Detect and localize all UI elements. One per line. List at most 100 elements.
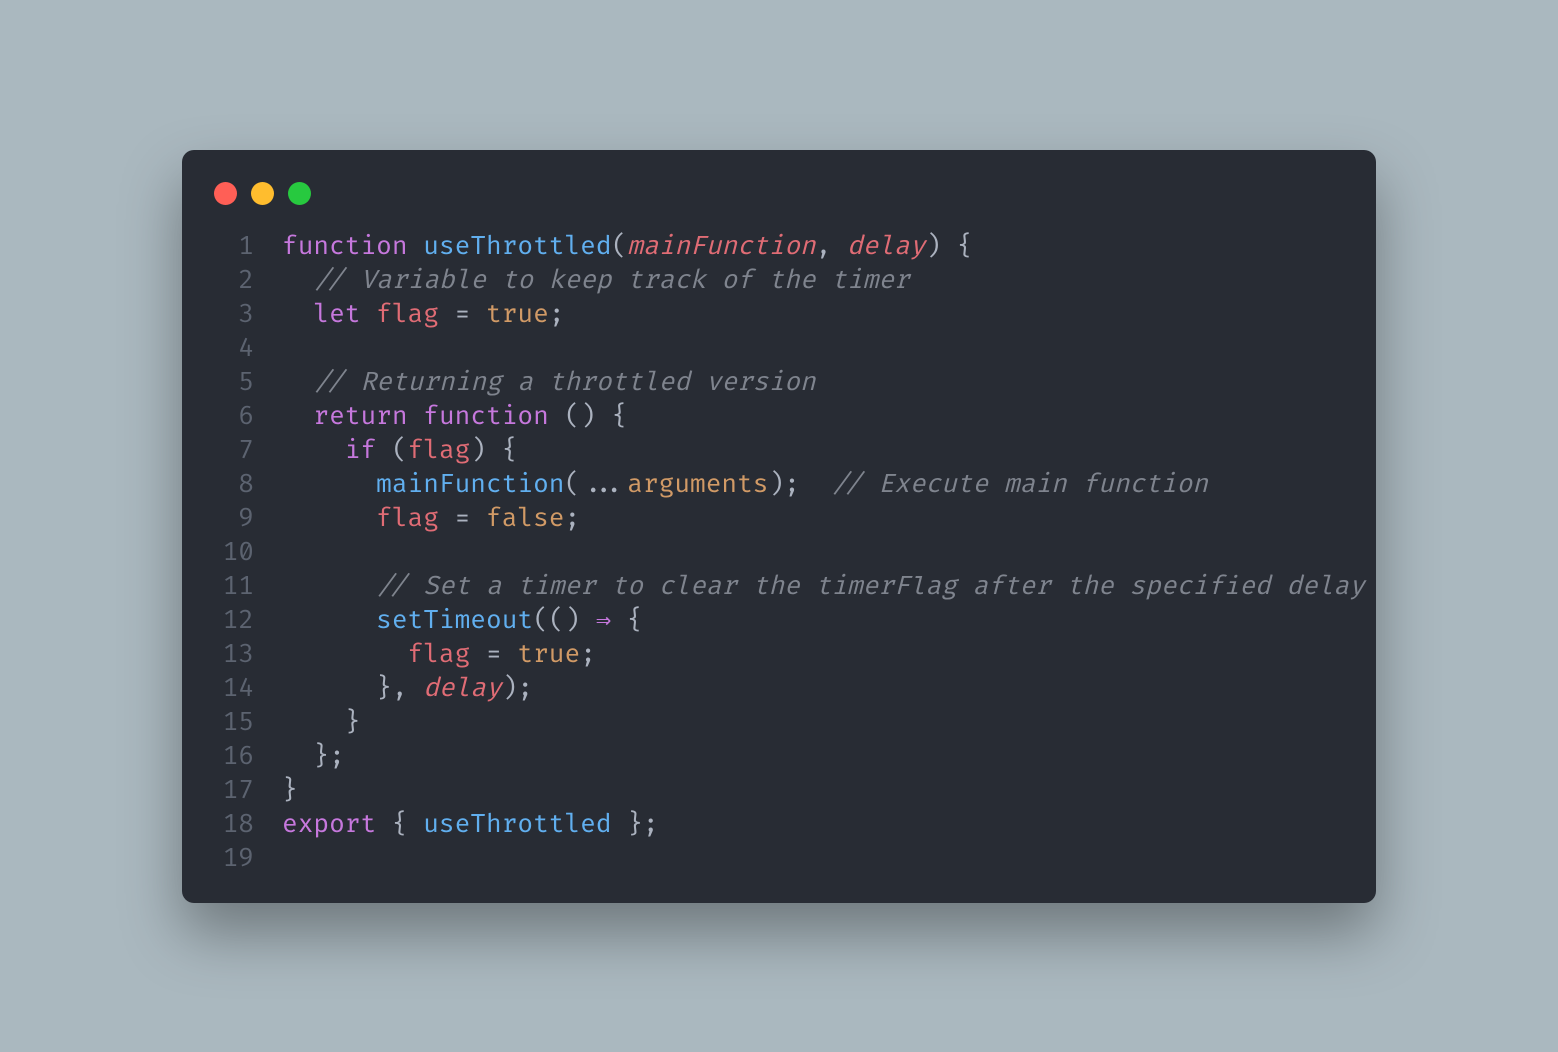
line-content: }; (282, 739, 1344, 773)
token: = (439, 502, 486, 534)
line-content: flag = false; (282, 501, 1344, 535)
token: // Set a timer to clear the timerFlag af… (376, 570, 1365, 602)
line-number: 9 (214, 501, 254, 535)
line-number: 2 (214, 263, 254, 297)
code-line: 2 // Variable to keep track of the timer (214, 263, 1344, 297)
line-number: 19 (214, 841, 254, 875)
token: ); (768, 468, 831, 500)
token (282, 502, 376, 534)
token: delay (423, 672, 501, 704)
code-line: 6 return function () { (214, 399, 1344, 433)
token: useThrottled (423, 230, 611, 262)
maximize-icon[interactable] (288, 182, 311, 205)
token: // Variable to keep track of the timer (313, 264, 909, 296)
token: (... (564, 468, 627, 500)
token: }; (282, 740, 345, 772)
line-number: 10 (214, 535, 254, 569)
line-number: 8 (214, 467, 254, 501)
token (282, 434, 345, 466)
code-line: 9 flag = false; (214, 501, 1344, 535)
token (360, 298, 376, 330)
token: }; (612, 808, 659, 840)
line-number: 3 (214, 297, 254, 331)
line-number: 11 (214, 569, 254, 603)
line-number: 5 (214, 365, 254, 399)
code-window: 1function useThrottled(mainFunction, del… (182, 150, 1376, 903)
line-number: 1 (214, 229, 254, 263)
token (408, 400, 424, 432)
token: delay (847, 230, 925, 262)
token: // Execute main function (831, 468, 1208, 500)
minimize-icon[interactable] (251, 182, 274, 205)
token (282, 264, 313, 296)
token: flag (376, 298, 439, 330)
token: let (313, 298, 360, 330)
line-content: mainFunction(...arguments); // Execute m… (282, 467, 1344, 501)
token: useThrottled (423, 808, 611, 840)
token: }, (282, 672, 423, 704)
token: () { (549, 400, 627, 432)
token: flag (408, 434, 471, 466)
token: = (439, 298, 486, 330)
line-number: 16 (214, 739, 254, 773)
code-line: 5 // Returning a throttled version (214, 365, 1344, 399)
token: flag (408, 638, 471, 670)
token (282, 638, 408, 670)
token (282, 604, 376, 636)
token: export (282, 808, 376, 840)
line-content: } (282, 773, 1344, 807)
token (282, 298, 313, 330)
code-line: 12 setTimeout(() ⇒ { (214, 603, 1344, 637)
token: ; (549, 298, 565, 330)
line-content: export { useThrottled }; (282, 807, 1344, 841)
token: ( (376, 434, 407, 466)
close-icon[interactable] (214, 182, 237, 205)
line-content: flag = true; (282, 637, 1344, 671)
line-number: 13 (214, 637, 254, 671)
token: function (423, 400, 549, 432)
code-line: 7 if (flag) { (214, 433, 1344, 467)
code-line: 11 // Set a timer to clear the timerFlag… (214, 569, 1344, 603)
token: } (282, 706, 360, 738)
line-number: 17 (214, 773, 254, 807)
code-line: 18 export { useThrottled }; (214, 807, 1344, 841)
line-number: 14 (214, 671, 254, 705)
token: ) { (470, 434, 517, 466)
code-line: 19 (214, 841, 1344, 875)
token: } (282, 774, 298, 806)
token (282, 400, 313, 432)
token: ( (612, 230, 628, 262)
line-content: // Set a timer to clear the timerFlag af… (282, 569, 1365, 603)
line-content: if (flag) { (282, 433, 1344, 467)
line-content: // Returning a throttled version (282, 365, 1344, 399)
line-number: 12 (214, 603, 254, 637)
line-number: 6 (214, 399, 254, 433)
line-content: // Variable to keep track of the timer (282, 263, 1344, 297)
line-content (282, 535, 1344, 569)
token: = (470, 638, 517, 670)
token (282, 570, 376, 602)
line-number: 4 (214, 331, 254, 365)
token: ; (580, 638, 596, 670)
token: true (517, 638, 580, 670)
code-line: 3 let flag = true; (214, 297, 1344, 331)
line-content: let flag = true; (282, 297, 1344, 331)
code-line: 1function useThrottled(mainFunction, del… (214, 229, 1344, 263)
token (282, 366, 313, 398)
code-line: 8 mainFunction(...arguments); // Execute… (214, 467, 1344, 501)
code-line: 15 } (214, 705, 1344, 739)
code-line: 17} (214, 773, 1344, 807)
line-content (282, 331, 1344, 365)
token: setTimeout (376, 604, 533, 636)
line-number: 18 (214, 807, 254, 841)
token: ) { (925, 230, 972, 262)
token: ); (502, 672, 533, 704)
token: ⇒ (596, 604, 611, 636)
token: { (376, 808, 423, 840)
token: true (486, 298, 549, 330)
token: (() (533, 604, 596, 636)
token: arguments (627, 468, 768, 500)
line-content (282, 841, 1344, 875)
line-number: 15 (214, 705, 254, 739)
token: // Returning a throttled version (313, 366, 815, 398)
